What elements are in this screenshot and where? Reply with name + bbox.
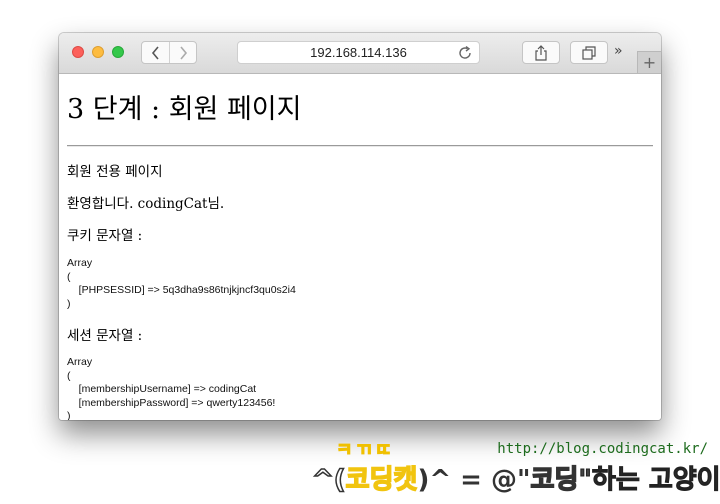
address-bar[interactable]: 192.168.114.136 [237,41,480,64]
page-content: 3 단계 : 회원 페이지 회원 전용 페이지 환영합니다. codingCat… [59,74,661,420]
members-only-text: 회원 전용 페이지 [67,164,163,180]
tabs-icon [582,45,596,60]
close-window-button[interactable] [72,46,84,58]
share-button[interactable] [522,41,560,64]
back-button[interactable] [142,42,170,63]
page-title: 3 단계 : 회원 페이지 [67,94,302,125]
watermark-url: http://blog.codingcat.kr/ [497,441,708,457]
browser-toolbar: 192.168.114.136 » + [59,33,661,74]
session-array: Array ( [membershipUsername] => codingCa… [67,356,276,420]
zoom-window-button[interactable] [112,46,124,58]
watermark-slogan: ^(코딩캣)^ = @"코딩"하는 고양이; [311,459,720,496]
show-tabs-button[interactable] [570,41,608,64]
session-heading: 세션 문자열 : [67,328,143,344]
browser-window: 192.168.114.136 » + 3 단계 : 회원 페이지 회원 전용 … [59,33,661,420]
cookie-array: Array ( [PHPSESSID] => 5q3dha9s86tnjkjnc… [67,257,296,310]
watermark-part-3: )^ = @" [417,465,531,495]
forward-button[interactable] [169,42,196,63]
overflow-icon[interactable]: » [614,43,622,59]
watermark-part-4: 코딩 [530,464,579,496]
reload-icon[interactable] [457,45,473,61]
new-tab-icon[interactable]: + [637,51,661,73]
watermark-part-5: "하는 고양이; [578,465,720,496]
back-icon [151,45,159,60]
minimize-window-button[interactable] [92,46,104,58]
horizontal-rule [67,145,653,147]
watermark-part-2: 코딩캣 [345,464,418,496]
watermark-top-text: ㅋㄲㄸ [336,440,395,462]
url-text: 192.168.114.136 [310,45,407,60]
welcome-text: 환영합니다. codingCat님. [67,196,225,212]
share-icon [535,44,547,61]
forward-icon [179,45,187,60]
navigation-buttons [141,41,197,64]
watermark-part-1: ^( [311,464,346,496]
cookie-heading: 쿠키 문자열 : [67,228,143,244]
